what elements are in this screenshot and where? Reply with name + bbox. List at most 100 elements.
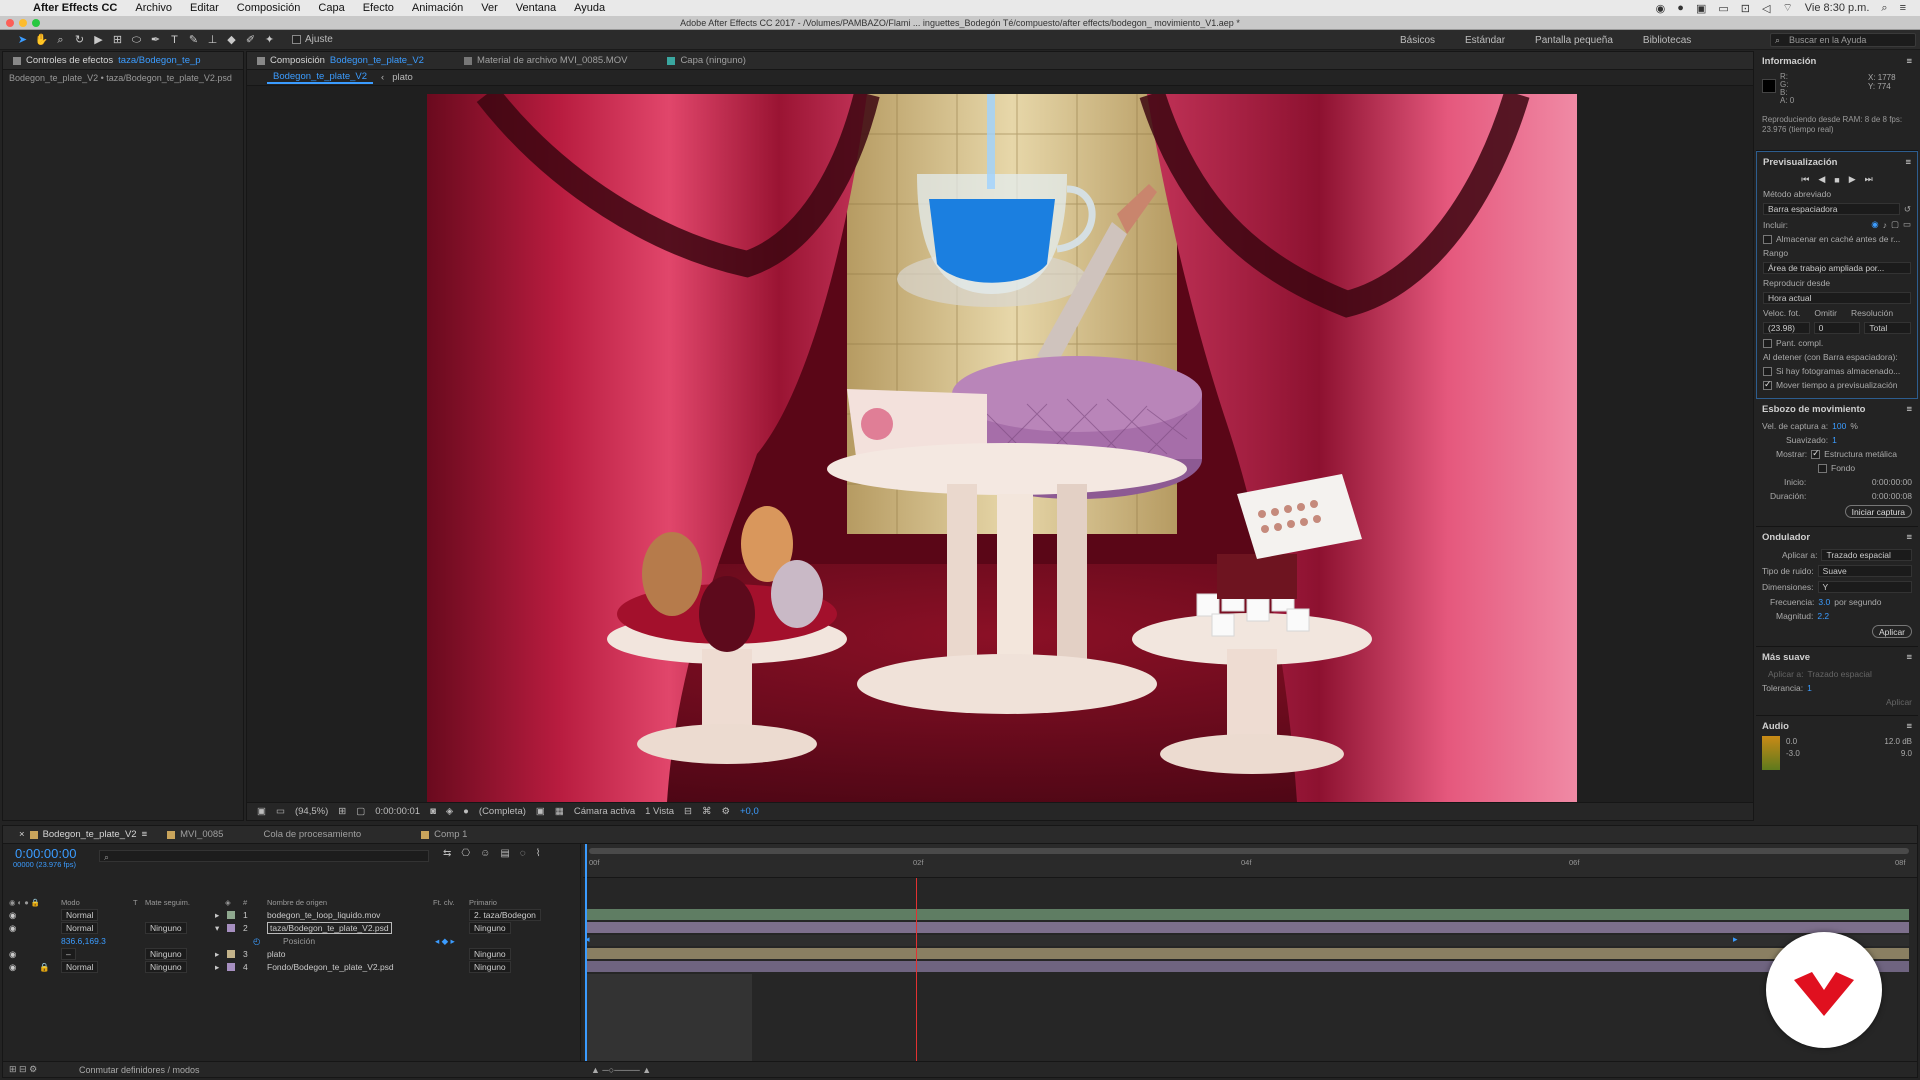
position-track[interactable] <box>587 935 1909 946</box>
current-time-display[interactable]: 0:00:00:01 <box>375 806 420 817</box>
zoom-window-icon[interactable] <box>32 19 40 27</box>
tab-layer[interactable]: Capa (ninguno) <box>657 52 756 69</box>
shape-tool-icon[interactable]: ⬭ <box>128 32 145 48</box>
notification-icon[interactable]: ≡ <box>1900 2 1906 14</box>
lock-icon[interactable]: 🔒 <box>39 962 50 973</box>
layer-bar-4[interactable] <box>587 961 1909 972</box>
include-audio-icon[interactable]: ♪ <box>1883 220 1887 230</box>
menu-composicion[interactable]: Composición <box>228 0 310 16</box>
comp-viewer[interactable] <box>427 94 1577 802</box>
layer-bar-3[interactable] <box>587 948 1909 959</box>
layer-parent[interactable]: Ninguno <box>469 922 511 934</box>
eraser-tool-icon[interactable]: ◆ <box>223 32 240 48</box>
graph-editor-icon[interactable]: ⌇ <box>536 848 541 859</box>
layer-bar-1[interactable] <box>587 909 1909 920</box>
tab-footage[interactable]: Material de archivo MVI_0085.MOV <box>454 52 637 69</box>
layer-parent[interactable]: Ninguno <box>469 948 511 960</box>
panel-menu-icon[interactable]: ≡ <box>1906 532 1912 543</box>
timeline-timecode[interactable]: 0:00:00:00 <box>15 846 76 861</box>
exposure-value[interactable]: +0,0 <box>740 806 759 817</box>
next-frame-icon[interactable]: ▶ <box>1849 174 1856 185</box>
fullscreen-checkbox[interactable] <box>1763 338 1772 348</box>
layer-row[interactable]: ◉ – Ninguno ▸ 3 plato Ninguno <box>3 948 581 960</box>
workspace-pantalla-pequena[interactable]: Pantalla pequeña <box>1535 35 1613 46</box>
layer-matte[interactable]: Ninguno <box>145 922 187 934</box>
wiggler-apply-button[interactable]: Aplicar <box>1872 625 1912 638</box>
label-color[interactable] <box>227 924 235 932</box>
current-time-indicator[interactable] <box>585 844 587 1061</box>
layer-row[interactable]: ◉ 🔒 Normal Ninguno ▸ 4 Fondo/Bodegon_te_… <box>3 961 581 973</box>
if-cached-checkbox[interactable] <box>1763 366 1772 376</box>
timeline-tracks[interactable]: 00f 02f 04f 06f 08f ◂ ▸ <box>583 844 1917 1061</box>
clock-text[interactable]: Vie 8:30 p.m. <box>1805 2 1870 14</box>
res-dropdown[interactable]: Total <box>1864 322 1912 334</box>
smoother-apply-button[interactable]: Aplicar <box>1886 697 1912 707</box>
range-dropdown[interactable]: Área de trabajo ampliada por... <box>1763 262 1911 274</box>
airplay-icon[interactable]: ⊡ <box>1741 2 1750 15</box>
layer-matte[interactable]: Ninguno <box>145 948 187 960</box>
zoom-tool-icon[interactable]: ⌕ <box>52 32 69 48</box>
tab-menu-icon[interactable]: ≡ <box>142 829 148 840</box>
selection-tool-icon[interactable]: ➤ <box>14 32 31 48</box>
frame-blending-icon[interactable]: ▤ <box>500 848 509 859</box>
hand-tool-icon[interactable]: ✋ <box>33 32 50 48</box>
layer-row[interactable]: ◉ Normal Ninguno ▾ 2 taza/Bodegon_te_pla… <box>3 922 581 934</box>
layer-mode[interactable]: Normal <box>61 961 99 973</box>
menu-archivo[interactable]: Archivo <box>126 0 181 16</box>
prev-frame-icon[interactable]: ◀ <box>1818 174 1825 185</box>
include-overlay-icon[interactable]: ▢ <box>1891 219 1899 230</box>
zoom-dropdown[interactable]: (94,5%) <box>295 806 328 817</box>
play-from-dropdown[interactable]: Hora actual <box>1763 292 1911 304</box>
close-tab-icon[interactable]: × <box>19 829 25 840</box>
close-window-icon[interactable] <box>6 19 14 27</box>
expand-icon[interactable]: ▸ <box>215 949 219 960</box>
panel-menu-icon[interactable]: ≡ <box>1906 721 1912 732</box>
eye-icon[interactable]: ◉ <box>9 923 16 934</box>
layer-name[interactable]: bodegon_te_loop_liquido.mov <box>267 910 380 920</box>
roi-icon[interactable]: ▣ <box>536 806 545 817</box>
camera-tool-icon[interactable]: ▶ <box>90 32 107 48</box>
rotate-tool-icon[interactable]: ↻ <box>71 32 88 48</box>
skip-dropdown[interactable]: 0 <box>1813 322 1861 334</box>
tab-comp1[interactable]: Comp 1 <box>411 826 477 843</box>
fps-dropdown[interactable]: (23.98) <box>1763 322 1810 334</box>
time-ruler[interactable]: 00f 02f 04f 06f 08f <box>583 844 1917 878</box>
roto-brush-tool-icon[interactable]: ✐ <box>242 32 259 48</box>
brush-tool-icon[interactable]: ✎ <box>185 32 202 48</box>
eye-icon[interactable]: ◉ <box>9 962 16 973</box>
label-color[interactable] <box>227 963 235 971</box>
stop-icon[interactable]: ■ <box>1834 175 1839 185</box>
crumb-current[interactable]: Bodegon_te_plate_V2 <box>267 71 374 84</box>
capture-value[interactable]: 100 <box>1832 421 1846 431</box>
menu-animacion[interactable]: Animación <box>403 0 472 16</box>
keyframe-end-icon[interactable]: ▸ <box>1733 934 1738 945</box>
motion-blur-icon[interactable]: ◌ <box>520 848 526 859</box>
menu-ver[interactable]: Ver <box>472 0 507 16</box>
layer-search-input[interactable]: ⌕ <box>99 850 429 862</box>
crumb-plato[interactable]: plato <box>392 72 413 83</box>
expand-icon[interactable]: ▸ <box>215 962 219 973</box>
show-snapshot-icon[interactable]: ◈ <box>446 806 453 817</box>
pixel-aspect-icon[interactable]: ⊟ <box>684 806 692 817</box>
workspace-bibliotecas[interactable]: Bibliotecas <box>1643 35 1691 46</box>
monitor-icon[interactable]: ▭ <box>276 806 285 817</box>
draft-3d-icon[interactable]: ⎔ <box>461 848 470 859</box>
collapse-icon[interactable]: ▾ <box>215 923 219 934</box>
dims-dropdown[interactable]: Y <box>1817 581 1912 593</box>
menu-editar[interactable]: Editar <box>181 0 228 16</box>
eye-icon[interactable]: ◉ <box>9 910 16 921</box>
fast-preview-icon[interactable]: ⌘ <box>702 806 712 817</box>
reset-icon[interactable]: ↺ <box>1904 204 1911 215</box>
move-time-checkbox[interactable] <box>1763 379 1772 390</box>
tab-effects-controls[interactable]: Controles de efectos taza/Bodegon_te_p <box>3 52 211 69</box>
transparency-grid-icon[interactable]: ▦ <box>555 806 564 817</box>
tolerance-value[interactable]: 1 <box>1807 683 1812 693</box>
layer-bar-2[interactable] <box>587 922 1909 933</box>
label-color[interactable] <box>227 950 235 958</box>
last-frame-icon[interactable]: ⏭ <box>1865 174 1873 185</box>
view-layout-dropdown[interactable]: 1 Vista <box>645 806 674 817</box>
smooth-value[interactable]: 1 <box>1832 435 1837 445</box>
expand-icon[interactable]: ▸ <box>215 910 219 921</box>
snapshot-icon[interactable]: ◙ <box>430 806 436 817</box>
tab-timeline-main[interactable]: × Bodegon_te_plate_V2 ≡ <box>9 826 157 843</box>
